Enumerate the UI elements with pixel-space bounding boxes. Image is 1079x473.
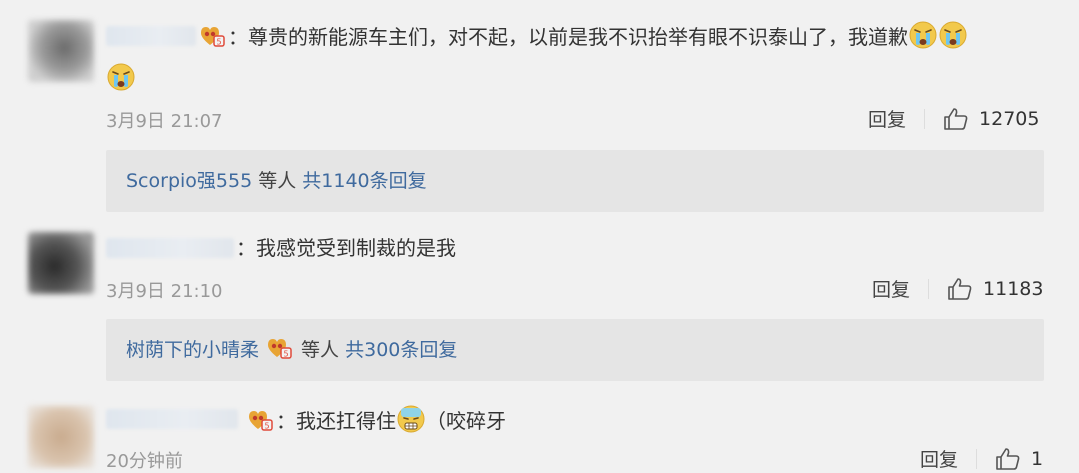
reply-button[interactable]: 回复 (868, 105, 906, 132)
comment-actions: 回复 12705 (868, 105, 1039, 132)
reply-user-link[interactable]: 树荫下的小晴柔 (126, 339, 259, 361)
replies-count-link[interactable]: 共1140条回复 (302, 170, 426, 192)
avatar[interactable] (28, 232, 94, 294)
username-blurred[interactable] (106, 409, 238, 429)
crying-face-emoji (106, 62, 136, 92)
replies-etc-label: 等人 (295, 339, 346, 361)
replies-count-link[interactable]: 共300条回复 (345, 339, 457, 361)
crying-face-emoji (938, 20, 968, 50)
vip-badge-icon (246, 408, 274, 432)
comment-body: ：尊贵的新能源车主们，对不起，以前是我不识抬举有眼不识泰山了，我道歉 (228, 25, 908, 49)
reply-button[interactable]: 回复 (920, 445, 958, 472)
avatar[interactable] (28, 406, 94, 468)
comment-actions: 回复 11183 (872, 275, 1043, 302)
like-count: 12705 (979, 107, 1040, 130)
username-blurred[interactable] (106, 238, 234, 258)
reply-button[interactable]: 回复 (872, 275, 910, 302)
avatar[interactable] (28, 20, 94, 82)
comment-actions: 回复 1 (920, 445, 1043, 472)
comment-timestamp: 3月9日 21:10 (106, 281, 223, 302)
comment-body: ：我感觉受到制裁的是我 (236, 236, 456, 260)
thumbs-up-icon[interactable] (943, 107, 969, 131)
comment-timestamp: 20分钟前 (106, 451, 183, 472)
thumbs-up-icon[interactable] (947, 277, 973, 301)
comment-text: ：尊贵的新能源车主们，对不起，以前是我不识抬举有眼不识泰山了，我道歉 (196, 20, 968, 53)
straining-face-emoji (396, 404, 426, 434)
vip-badge-icon (265, 336, 293, 360)
divider (976, 448, 978, 469)
divider (928, 278, 930, 299)
username-blurred[interactable] (106, 26, 196, 46)
replies-summary[interactable]: Scorpio强555 等人 共1140条回复 (106, 150, 1044, 212)
like-count: 1 (1031, 447, 1044, 470)
reply-user-link[interactable]: Scorpio强555 (126, 170, 252, 192)
comment-body-tail: （咬碎牙 (426, 409, 506, 433)
divider (924, 108, 926, 129)
comment-text: ：我还扛得住 （咬碎牙 (244, 404, 506, 437)
vip-badge-icon (198, 24, 226, 48)
comment-timestamp: 3月9日 21:07 (106, 111, 223, 132)
comment-body: ：我还扛得住 (276, 409, 396, 433)
crying-face-emoji (908, 20, 938, 50)
like-count: 11183 (983, 277, 1044, 300)
replies-etc-label: 等人 (252, 170, 303, 192)
thumbs-up-icon[interactable] (995, 447, 1021, 471)
replies-summary[interactable]: 树荫下的小晴柔 等人 共300条回复 (106, 319, 1044, 381)
comment-text: ：我感觉受到制裁的是我 (236, 232, 456, 264)
